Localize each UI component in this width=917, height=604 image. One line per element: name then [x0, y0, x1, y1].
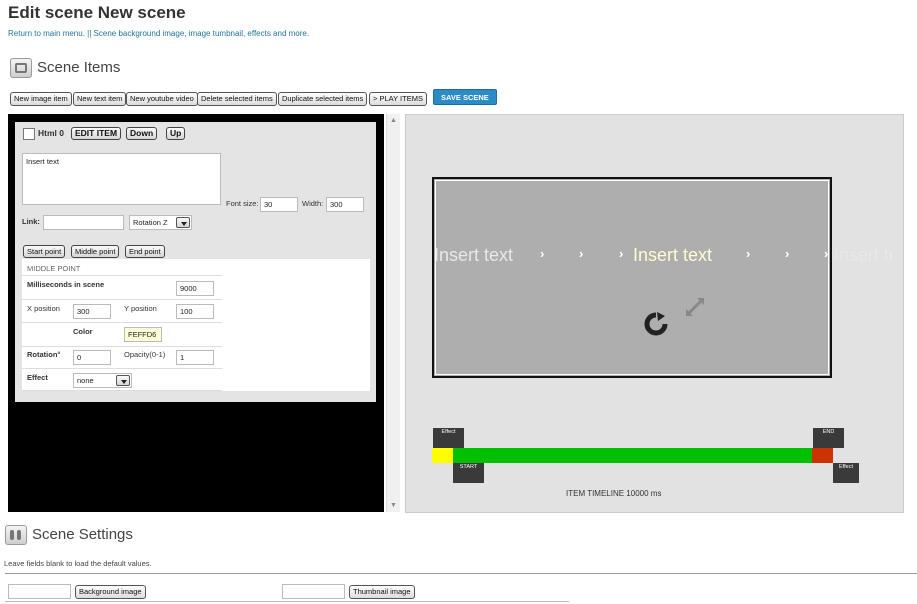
preview-text-start: Insert text — [434, 245, 514, 265]
scene-stage[interactable] — [432, 177, 832, 378]
font-size-input[interactable]: 30 — [260, 197, 298, 212]
rotate-handle-icon[interactable] — [643, 312, 669, 341]
color-input[interactable]: FEFFD6 — [124, 327, 162, 342]
main-menu-link[interactable]: Return to main menu. — [8, 29, 85, 38]
chevron-down-icon — [116, 375, 130, 386]
rotation-select-value: Rotation Z — [133, 218, 168, 227]
start-point-button[interactable]: Start point — [23, 245, 66, 258]
scroll-up-icon[interactable]: ▲ — [390, 117, 397, 124]
x-position-label: X position — [27, 304, 60, 313]
opacity-label: Opacity(0-1) — [124, 350, 166, 359]
editor-scrollbar[interactable]: ▲ ▼ — [386, 114, 400, 512]
item-select-checkbox[interactable] — [23, 128, 35, 140]
timeline-effect-end[interactable]: Effect — [833, 463, 859, 483]
camera-icon — [10, 58, 32, 78]
effect-select[interactable]: none — [73, 373, 132, 388]
rotation-select[interactable]: Rotation Z — [129, 215, 192, 230]
move-up-button[interactable]: Up — [166, 127, 186, 140]
scene-settings-heading: Scene Settings — [32, 526, 133, 543]
timeline-end-handle[interactable]: END — [813, 428, 844, 448]
new-image-item-button[interactable]: New image item — [10, 92, 72, 106]
middle-point-button[interactable]: Middle point — [71, 245, 120, 258]
path-chevron-icon: › — [746, 246, 751, 261]
new-youtube-video-button[interactable]: New youtube video — [126, 92, 198, 106]
y-position-input[interactable]: 100 — [176, 304, 214, 319]
section-title: MIDDLE POINT — [27, 264, 81, 273]
path-chevron-icon: › — [540, 246, 545, 261]
page-title: Edit scene New scene — [8, 3, 186, 22]
scene-background-link[interactable]: Scene background image, image tumbnail, … — [94, 29, 310, 38]
move-down-button[interactable]: Down — [126, 127, 158, 140]
timeline-start-handle[interactable]: START — [453, 463, 484, 483]
timeline-label: ITEM TIMELINE 10000 ms — [566, 489, 662, 498]
play-items-button[interactable]: > PLAY ITEMS — [369, 92, 427, 106]
delete-selected-items-button[interactable]: Delete selected items — [197, 92, 277, 106]
scene-items-heading: Scene Items — [37, 59, 121, 76]
timeline-effect-start[interactable]: Effect — [433, 428, 464, 448]
path-chevron-icon: › — [579, 246, 584, 261]
link-input[interactable] — [43, 215, 124, 230]
rotation-input[interactable]: 0 — [73, 350, 111, 365]
background-image-input[interactable] — [8, 584, 71, 599]
resize-handle-icon[interactable] — [684, 296, 706, 323]
y-position-label: Y position — [124, 304, 157, 313]
divider — [5, 601, 569, 602]
path-chevron-icon: › — [619, 246, 624, 261]
preview-scrollbar[interactable] — [892, 114, 904, 513]
link-label: Link: — [22, 217, 40, 226]
rotation-label: Rotation° — [27, 350, 61, 359]
item-name: Html 0 — [38, 128, 64, 138]
edit-item-button[interactable]: EDIT ITEM — [71, 127, 122, 140]
save-scene-button[interactable]: SAVE SCENE — [433, 89, 497, 105]
timeline-end-segment[interactable] — [812, 448, 833, 463]
chevron-down-icon — [176, 217, 190, 228]
settings-note: Leave fields blank to load the default v… — [4, 559, 152, 568]
header-links: Return to main menu. || Scene background… — [8, 29, 309, 38]
milliseconds-input[interactable]: 9000 — [176, 281, 214, 296]
width-input[interactable]: 300 — [326, 197, 364, 212]
duplicate-selected-items-button[interactable]: Duplicate selected items — [278, 92, 368, 106]
thumbnail-image-input[interactable] — [282, 584, 345, 599]
tools-icon — [5, 525, 27, 545]
font-size-label: Font size: — [226, 199, 259, 208]
color-label: Color — [73, 327, 93, 336]
preview-text-middle[interactable]: Insert text — [633, 245, 712, 266]
link-separator: || — [84, 29, 94, 38]
width-label: Width: — [302, 199, 324, 208]
thumbnail-image-button[interactable]: Thumbnail image — [349, 585, 415, 599]
path-chevron-icon: › — [785, 246, 790, 261]
item-text-area[interactable]: Insert text — [22, 153, 221, 205]
effect-label: Effect — [27, 373, 48, 382]
new-text-item-button[interactable]: New text item — [73, 92, 127, 106]
milliseconds-label: Milliseconds in scene — [27, 280, 105, 289]
divider — [5, 573, 917, 574]
background-image-button[interactable]: Background image — [75, 585, 146, 599]
path-chevron-icon: › — [824, 246, 829, 261]
end-point-button[interactable]: End point — [125, 245, 165, 258]
x-position-input[interactable]: 300 — [73, 304, 111, 319]
timeline-start-segment[interactable] — [432, 448, 453, 463]
preview-text-end: Insert te — [834, 245, 892, 265]
point-settings-form: MIDDLE POINT Milliseconds in scene 9000 … — [22, 259, 370, 391]
effect-select-value: none — [77, 376, 94, 385]
scroll-down-icon[interactable]: ▼ — [390, 502, 397, 509]
opacity-input[interactable]: 1 — [176, 350, 214, 365]
item-timeline-bar[interactable] — [432, 448, 832, 463]
